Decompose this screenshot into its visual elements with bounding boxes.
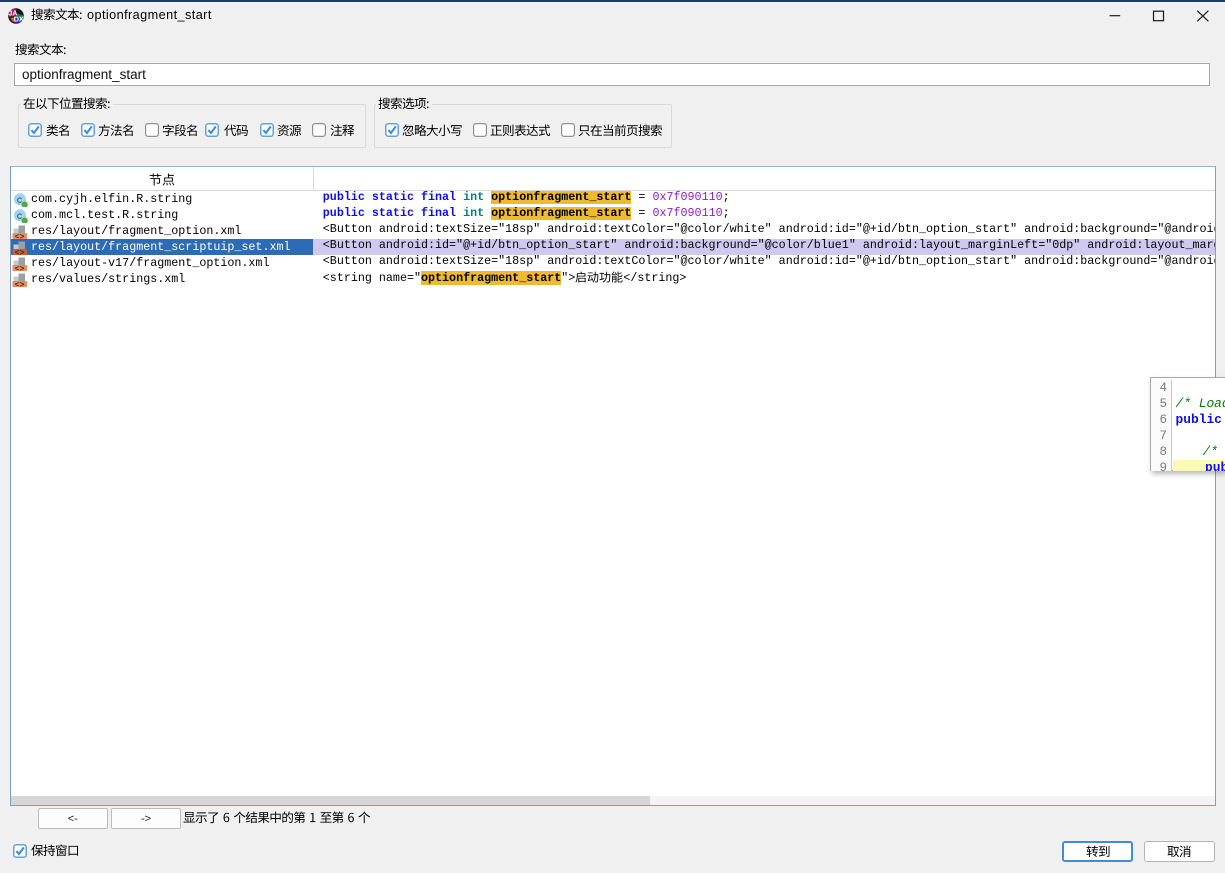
svg-text:DX: DX	[14, 14, 24, 23]
svg-text:<>: <>	[15, 281, 25, 287]
